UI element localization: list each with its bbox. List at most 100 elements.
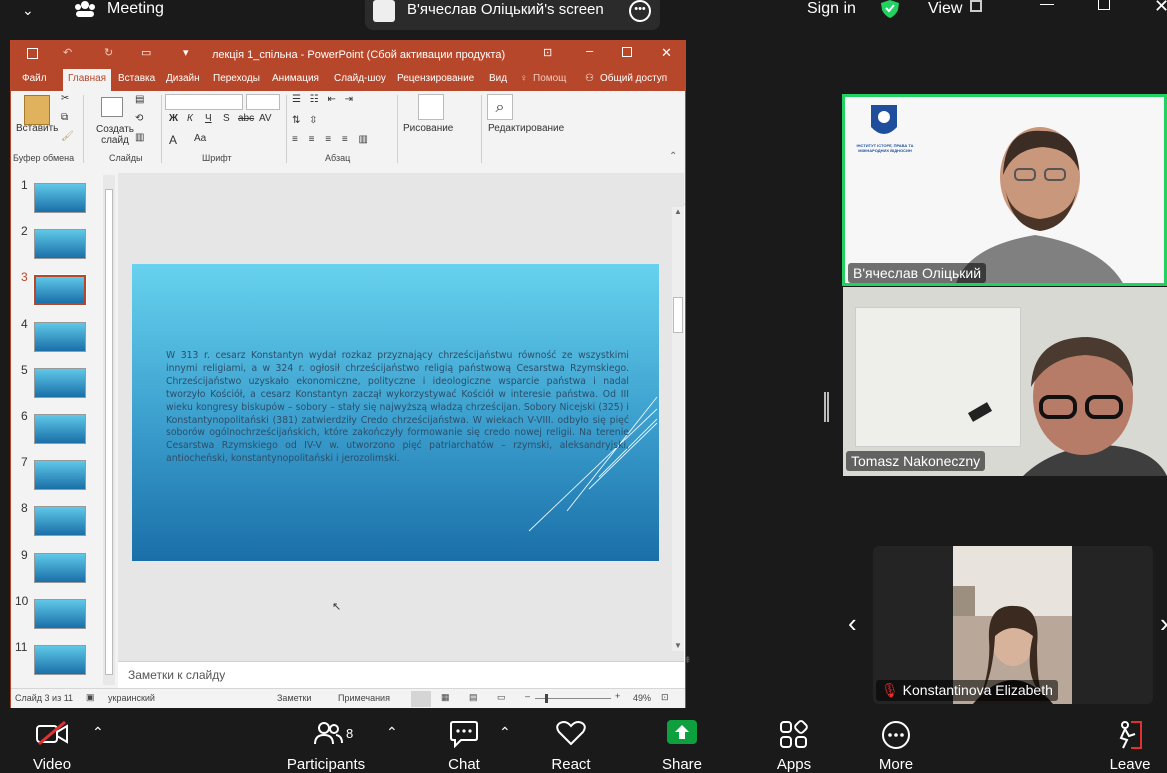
notes-pane[interactable]: Заметки к слайду bbox=[118, 661, 684, 688]
slide-thumbnail[interactable] bbox=[34, 414, 86, 444]
font-size-field[interactable] bbox=[246, 94, 280, 110]
text-direction-buttons[interactable]: ⇅ ⇳ bbox=[292, 115, 321, 126]
slide-thumbnail[interactable] bbox=[34, 460, 86, 490]
zoom-out-icon[interactable]: – bbox=[525, 691, 530, 701]
sign-in-link[interactable]: Sign in bbox=[807, 0, 856, 18]
drawing-button[interactable]: Рисование bbox=[403, 123, 453, 134]
slide-thumbnail[interactable] bbox=[34, 322, 86, 352]
gallery-next-icon[interactable]: › bbox=[1160, 608, 1167, 639]
tab-animation[interactable]: Анимация bbox=[272, 73, 319, 84]
redo-icon[interactable]: ↻ bbox=[104, 46, 113, 59]
reset-icon[interactable]: ⟲ bbox=[135, 113, 143, 124]
gallery-prev-icon[interactable]: ‹ bbox=[848, 608, 857, 639]
slide-thumbnail[interactable] bbox=[34, 506, 86, 536]
tab-help[interactable]: Помощ bbox=[533, 73, 566, 84]
panel-resize-handle[interactable] bbox=[824, 392, 829, 422]
sorter-view-icon[interactable]: ▦ bbox=[441, 692, 450, 703]
section-icon[interactable]: ▥ bbox=[135, 132, 144, 143]
video-tile-speaker[interactable]: ІНСТИТУТ ІСТОРІЇ, ПРАВА ТА МІЖНАРОДНИХ В… bbox=[842, 94, 1167, 286]
normal-view-icon[interactable] bbox=[411, 691, 431, 707]
search-icon[interactable]: ⌕ bbox=[487, 94, 513, 120]
zoom-slider-handle[interactable] bbox=[545, 694, 548, 703]
shapes-icon[interactable] bbox=[418, 94, 444, 120]
shield-check-icon[interactable] bbox=[880, 0, 900, 23]
reading-view-icon[interactable]: ▤ bbox=[469, 692, 478, 703]
tab-file[interactable]: Файл bbox=[22, 73, 47, 84]
fit-slide-icon[interactable]: ⊡ bbox=[661, 692, 669, 703]
slide-thumbnail[interactable] bbox=[34, 229, 86, 259]
slide-thumbnail-selected[interactable] bbox=[33, 274, 87, 306]
video-options-chevron-icon[interactable]: ⌃ bbox=[92, 724, 104, 741]
bold-button[interactable]: Ж bbox=[169, 113, 178, 124]
italic-button[interactable]: К bbox=[187, 113, 193, 124]
editing-button[interactable]: Редактирование bbox=[488, 123, 564, 134]
more-options-icon[interactable]: ••• bbox=[629, 0, 651, 22]
format-painter-icon[interactable]: 🖌 bbox=[61, 131, 74, 142]
share-access-button[interactable]: Общий доступ bbox=[600, 73, 667, 84]
tab-review[interactable]: Рецензирование bbox=[397, 73, 474, 84]
slide-thumbnail[interactable] bbox=[34, 645, 86, 675]
paste-icon[interactable] bbox=[24, 95, 50, 125]
slide-thumbnail[interactable] bbox=[34, 599, 86, 629]
view-layout-icon[interactable] bbox=[970, 0, 982, 12]
thumbs-scrollbar[interactable] bbox=[103, 175, 115, 685]
chevron-down-icon[interactable]: ⌄ bbox=[22, 2, 34, 19]
meeting-label[interactable]: Meeting bbox=[107, 0, 164, 18]
thumbs-scrollbar-thumb[interactable] bbox=[105, 189, 113, 675]
slideshow-icon[interactable]: ▭ bbox=[141, 46, 151, 59]
list-buttons[interactable]: ☰ ☷ ⇤ ⇥ bbox=[292, 94, 356, 105]
tab-transitions[interactable]: Переходы bbox=[213, 73, 260, 84]
spellcheck-icon[interactable]: ▣ bbox=[86, 692, 95, 703]
tab-view[interactable]: Вид bbox=[489, 73, 507, 84]
slide-thumbnail[interactable] bbox=[34, 553, 86, 583]
minimize-icon[interactable] bbox=[1040, 4, 1054, 5]
alignment-buttons[interactable]: ≡ ≡ ≡ ≡ ▥ bbox=[292, 134, 372, 145]
slideshow-view-icon[interactable]: ▭ bbox=[497, 692, 506, 703]
video-tile-gallery[interactable]: 🎙 Konstantinova Elizabeth bbox=[873, 546, 1153, 704]
tab-slideshow[interactable]: Слайд-шоу bbox=[334, 73, 386, 84]
prev-slide-icon[interactable]: ⇞ bbox=[684, 655, 692, 666]
scroll-down-icon[interactable]: ▼ bbox=[674, 641, 682, 650]
participants-options-chevron-icon[interactable]: ⌃ bbox=[386, 724, 398, 741]
ppt-close-icon[interactable]: ✕ bbox=[661, 45, 672, 61]
maximize-icon[interactable] bbox=[1098, 0, 1110, 10]
ribbon-display-icon[interactable]: ⊡ bbox=[543, 46, 552, 59]
close-icon[interactable]: ✕ bbox=[1154, 0, 1167, 17]
zoom-in-icon[interactable]: + bbox=[615, 691, 620, 701]
new-slide-icon[interactable] bbox=[101, 97, 123, 117]
edit-scrollbar-thumb[interactable] bbox=[673, 297, 683, 333]
chat-options-chevron-icon[interactable]: ⌃ bbox=[499, 724, 511, 741]
cut-icon[interactable]: ✂ bbox=[61, 93, 69, 104]
paste-button[interactable]: Вставить bbox=[16, 123, 58, 134]
view-menu[interactable]: View bbox=[928, 0, 962, 18]
copy-icon[interactable]: ⧉ bbox=[61, 112, 68, 123]
screen-share-indicator[interactable]: В'ячеслав Оліцький's screen ••• bbox=[365, 0, 660, 30]
collapse-ribbon-icon[interactable]: ⌃ bbox=[669, 151, 677, 162]
shadow-button[interactable]: S bbox=[223, 113, 230, 124]
tab-design[interactable]: Дизайн bbox=[166, 73, 200, 84]
undo-icon[interactable]: ↶ bbox=[63, 46, 72, 59]
scroll-up-icon[interactable]: ▲ bbox=[674, 207, 682, 216]
edit-scrollbar[interactable]: ▲ ▼ bbox=[672, 207, 684, 651]
font-name-field[interactable] bbox=[165, 94, 243, 110]
customize-qat-icon[interactable]: ▾ bbox=[183, 46, 189, 59]
save-icon[interactable] bbox=[27, 48, 38, 59]
font-color-button[interactable]: A bbox=[169, 133, 177, 147]
ppt-minimize-icon[interactable]: – bbox=[586, 43, 593, 58]
layout-icon[interactable]: ▤ bbox=[135, 94, 144, 105]
change-case-button[interactable]: Aa bbox=[194, 133, 206, 144]
comments-toggle[interactable]: Примечания bbox=[338, 693, 390, 703]
tab-home[interactable]: Главная bbox=[63, 69, 112, 91]
ppt-maximize-icon[interactable] bbox=[622, 47, 632, 57]
strikethrough-button[interactable]: abc bbox=[238, 113, 254, 124]
slide-body-text[interactable]: W 313 r. cesarz Konstantyn wydał rozkaz … bbox=[166, 350, 629, 466]
notes-toggle[interactable]: Заметки bbox=[277, 693, 311, 703]
video-tile-participant[interactable]: Tomasz Nakoneczny bbox=[843, 287, 1167, 476]
current-slide[interactable]: W 313 r. cesarz Konstantyn wydał rozkaz … bbox=[132, 264, 659, 561]
tab-insert[interactable]: Вставка bbox=[118, 73, 155, 84]
slide-thumbnail[interactable] bbox=[34, 368, 86, 398]
zoom-level[interactable]: 49% bbox=[633, 693, 651, 703]
underline-button[interactable]: Ч bbox=[205, 113, 212, 124]
spacing-button[interactable]: AV bbox=[259, 113, 272, 124]
new-slide-button[interactable]: Создать слайд bbox=[93, 124, 137, 146]
